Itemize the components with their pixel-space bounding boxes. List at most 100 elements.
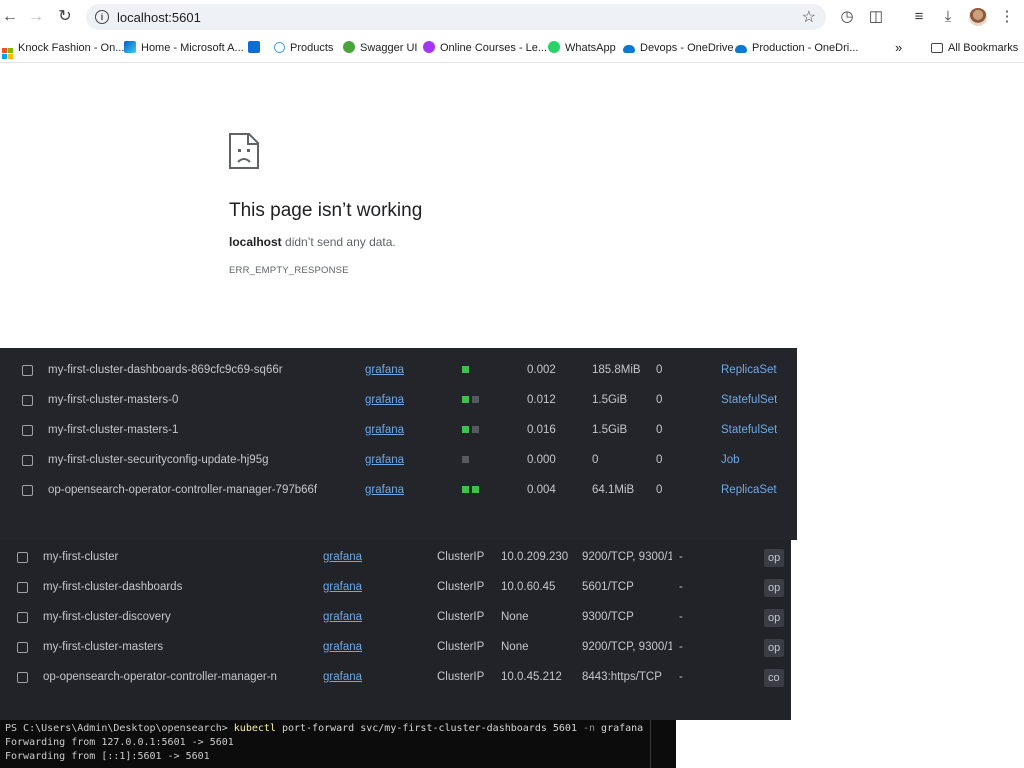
pod-controlled-by[interactable]: Job xyxy=(721,445,740,475)
table-row[interactable]: my-first-cluster-securityconfig-update-h… xyxy=(0,445,797,475)
pod-namespace-link[interactable]: grafana xyxy=(365,445,404,475)
reload-icon[interactable]: ↻ xyxy=(55,7,75,27)
service-cluster-ip: 10.0.60.45 xyxy=(501,581,556,593)
bookmark-label: Products xyxy=(290,42,334,54)
pod-namespace-link[interactable]: grafana xyxy=(365,355,404,385)
table-row[interactable]: op-opensearch-operator-controller-manage… xyxy=(0,475,797,505)
service-name: my-first-cluster-masters xyxy=(43,641,164,653)
bookmark-devops-onedrive[interactable]: Devops - OneDrive xyxy=(623,40,734,56)
row-checkbox[interactable] xyxy=(17,582,28,593)
table-row[interactable]: my-first-cluster-masters-0 grafana 0.012… xyxy=(0,385,797,415)
pod-containers xyxy=(462,385,482,415)
browser-toolbar: ← → ↻ i localhost:5601 ☆ ◷ ◫ ≡ ⤓ ⋮ xyxy=(0,0,1024,34)
pod-controlled-by[interactable]: StatefulSet xyxy=(721,385,777,415)
profile-avatar[interactable] xyxy=(969,8,987,26)
site-info-icon[interactable]: i xyxy=(95,10,109,24)
service-cluster-ip: None xyxy=(501,641,529,653)
pod-containers xyxy=(462,415,482,445)
bookmark-azure-devops[interactable] xyxy=(248,40,265,56)
bookmark-whatsapp[interactable]: WhatsApp xyxy=(548,40,616,56)
bookmark-products[interactable]: Products xyxy=(274,40,333,56)
swagger-icon xyxy=(343,41,355,53)
extensions-icon[interactable]: ◫ xyxy=(866,7,886,27)
table-row[interactable]: my-first-cluster-masters-1 grafana 0.016… xyxy=(0,415,797,445)
bookmarks-bar: Knock Fashion - On... Home - Microsoft A… xyxy=(0,34,1024,63)
table-row[interactable]: my-first-cluster-masters grafana Cluster… xyxy=(0,632,791,662)
container-status-running xyxy=(472,486,479,493)
pod-cpu: 0.000 xyxy=(527,454,556,466)
powershell-terminal[interactable]: PS C:\Users\Admin\Desktop\opensearch> ku… xyxy=(0,720,676,768)
bookmark-production-onedrive[interactable]: Production - OneDri... xyxy=(735,40,858,56)
microsoft-logo-icon xyxy=(2,48,13,59)
bookmark-label: Online Courses - Le... xyxy=(440,42,547,54)
row-checkbox[interactable] xyxy=(22,425,33,436)
back-icon[interactable]: ← xyxy=(0,7,20,27)
container-status-running xyxy=(462,426,469,433)
pod-name: my-first-cluster-masters-0 xyxy=(48,394,179,406)
pod-containers xyxy=(462,475,482,505)
row-checkbox[interactable] xyxy=(22,455,33,466)
bookmark-star-icon[interactable]: ☆ xyxy=(802,7,816,27)
bookmark-swagger-ui[interactable]: Swagger UI xyxy=(343,40,417,56)
row-checkbox[interactable] xyxy=(17,642,28,653)
service-namespace-link[interactable]: grafana xyxy=(323,632,362,662)
pod-namespace-link[interactable]: grafana xyxy=(365,475,404,505)
pod-namespace-link[interactable]: grafana xyxy=(365,385,404,415)
service-cluster-ip: None xyxy=(501,611,529,623)
service-external-ip: - xyxy=(679,641,683,653)
bookmark-knock-fashion[interactable]: Knock Fashion - On... xyxy=(2,40,125,59)
service-ports: 5601/TCP xyxy=(582,581,634,593)
container-status-running xyxy=(462,366,469,373)
media-control-icon[interactable]: ≡ xyxy=(909,7,929,27)
pod-containers xyxy=(462,445,472,475)
bookmark-online-courses[interactable]: Online Courses - Le... xyxy=(423,40,547,56)
pod-memory: 64.1MiB xyxy=(592,484,635,496)
whatsapp-icon xyxy=(548,41,560,53)
error-page: This page isn’t working localhost didn’t… xyxy=(0,63,1024,348)
bookmark-label: Knock Fashion - On... xyxy=(18,42,125,54)
onedrive-icon xyxy=(623,45,635,53)
service-selector-badge: op xyxy=(764,549,784,567)
row-checkbox[interactable] xyxy=(17,612,28,623)
row-checkbox[interactable] xyxy=(17,672,28,683)
row-checkbox[interactable] xyxy=(17,552,28,563)
table-row[interactable]: my-first-cluster-discovery grafana Clust… xyxy=(0,602,791,632)
service-namespace-link[interactable]: grafana xyxy=(323,572,362,602)
all-bookmarks-button[interactable]: All Bookmarks xyxy=(931,40,1018,56)
service-namespace-link[interactable]: grafana xyxy=(323,662,362,692)
table-row[interactable]: my-first-cluster-dashboards grafana Clus… xyxy=(0,572,791,602)
table-row[interactable]: my-first-cluster grafana ClusterIP 10.0.… xyxy=(0,542,791,572)
error-host: localhost xyxy=(229,235,282,249)
pod-namespace-link[interactable]: grafana xyxy=(365,415,404,445)
service-type: ClusterIP xyxy=(437,551,485,563)
service-ports: 8443:https/TCP xyxy=(582,671,662,683)
downloads-icon[interactable]: ⤓ xyxy=(938,7,958,27)
table-row[interactable]: op-opensearch-operator-controller-manage… xyxy=(0,662,791,692)
performance-icon[interactable]: ◷ xyxy=(837,7,857,27)
pod-controlled-by[interactable]: StatefulSet xyxy=(721,415,777,445)
address-bar[interactable]: i localhost:5601 ☆ xyxy=(86,4,826,30)
forward-icon[interactable]: → xyxy=(26,7,46,27)
service-type: ClusterIP xyxy=(437,671,485,683)
pod-controlled-by[interactable]: ReplicaSet xyxy=(721,355,777,385)
menu-icon[interactable]: ⋮ xyxy=(997,7,1017,27)
error-message-text: didn’t send any data. xyxy=(281,235,396,249)
service-name: my-first-cluster-dashboards xyxy=(43,581,183,593)
terminal-output-line: Forwarding from [::1]:5601 -> 5601 xyxy=(5,751,210,762)
url-text[interactable]: localhost:5601 xyxy=(117,10,201,25)
pod-cpu: 0.002 xyxy=(527,364,556,376)
pod-controlled-by[interactable]: ReplicaSet xyxy=(721,475,777,505)
table-row[interactable]: my-first-cluster-dashboards-869cfc9c69-s… xyxy=(0,355,797,385)
row-checkbox[interactable] xyxy=(22,395,33,406)
service-namespace-link[interactable]: grafana xyxy=(323,542,362,572)
more-bookmarks-icon[interactable]: » xyxy=(895,40,902,56)
service-selector-badge: co xyxy=(764,669,784,687)
container-status-inactive xyxy=(472,396,479,403)
row-checkbox[interactable] xyxy=(22,485,33,496)
pod-name: my-first-cluster-securityconfig-update-h… xyxy=(48,454,269,466)
row-checkbox[interactable] xyxy=(22,365,33,376)
pod-cpu: 0.016 xyxy=(527,424,556,436)
bookmark-home-microsoft[interactable]: Home - Microsoft A... xyxy=(124,40,244,56)
bookmark-label: Swagger UI xyxy=(360,42,418,54)
service-namespace-link[interactable]: grafana xyxy=(323,602,362,632)
